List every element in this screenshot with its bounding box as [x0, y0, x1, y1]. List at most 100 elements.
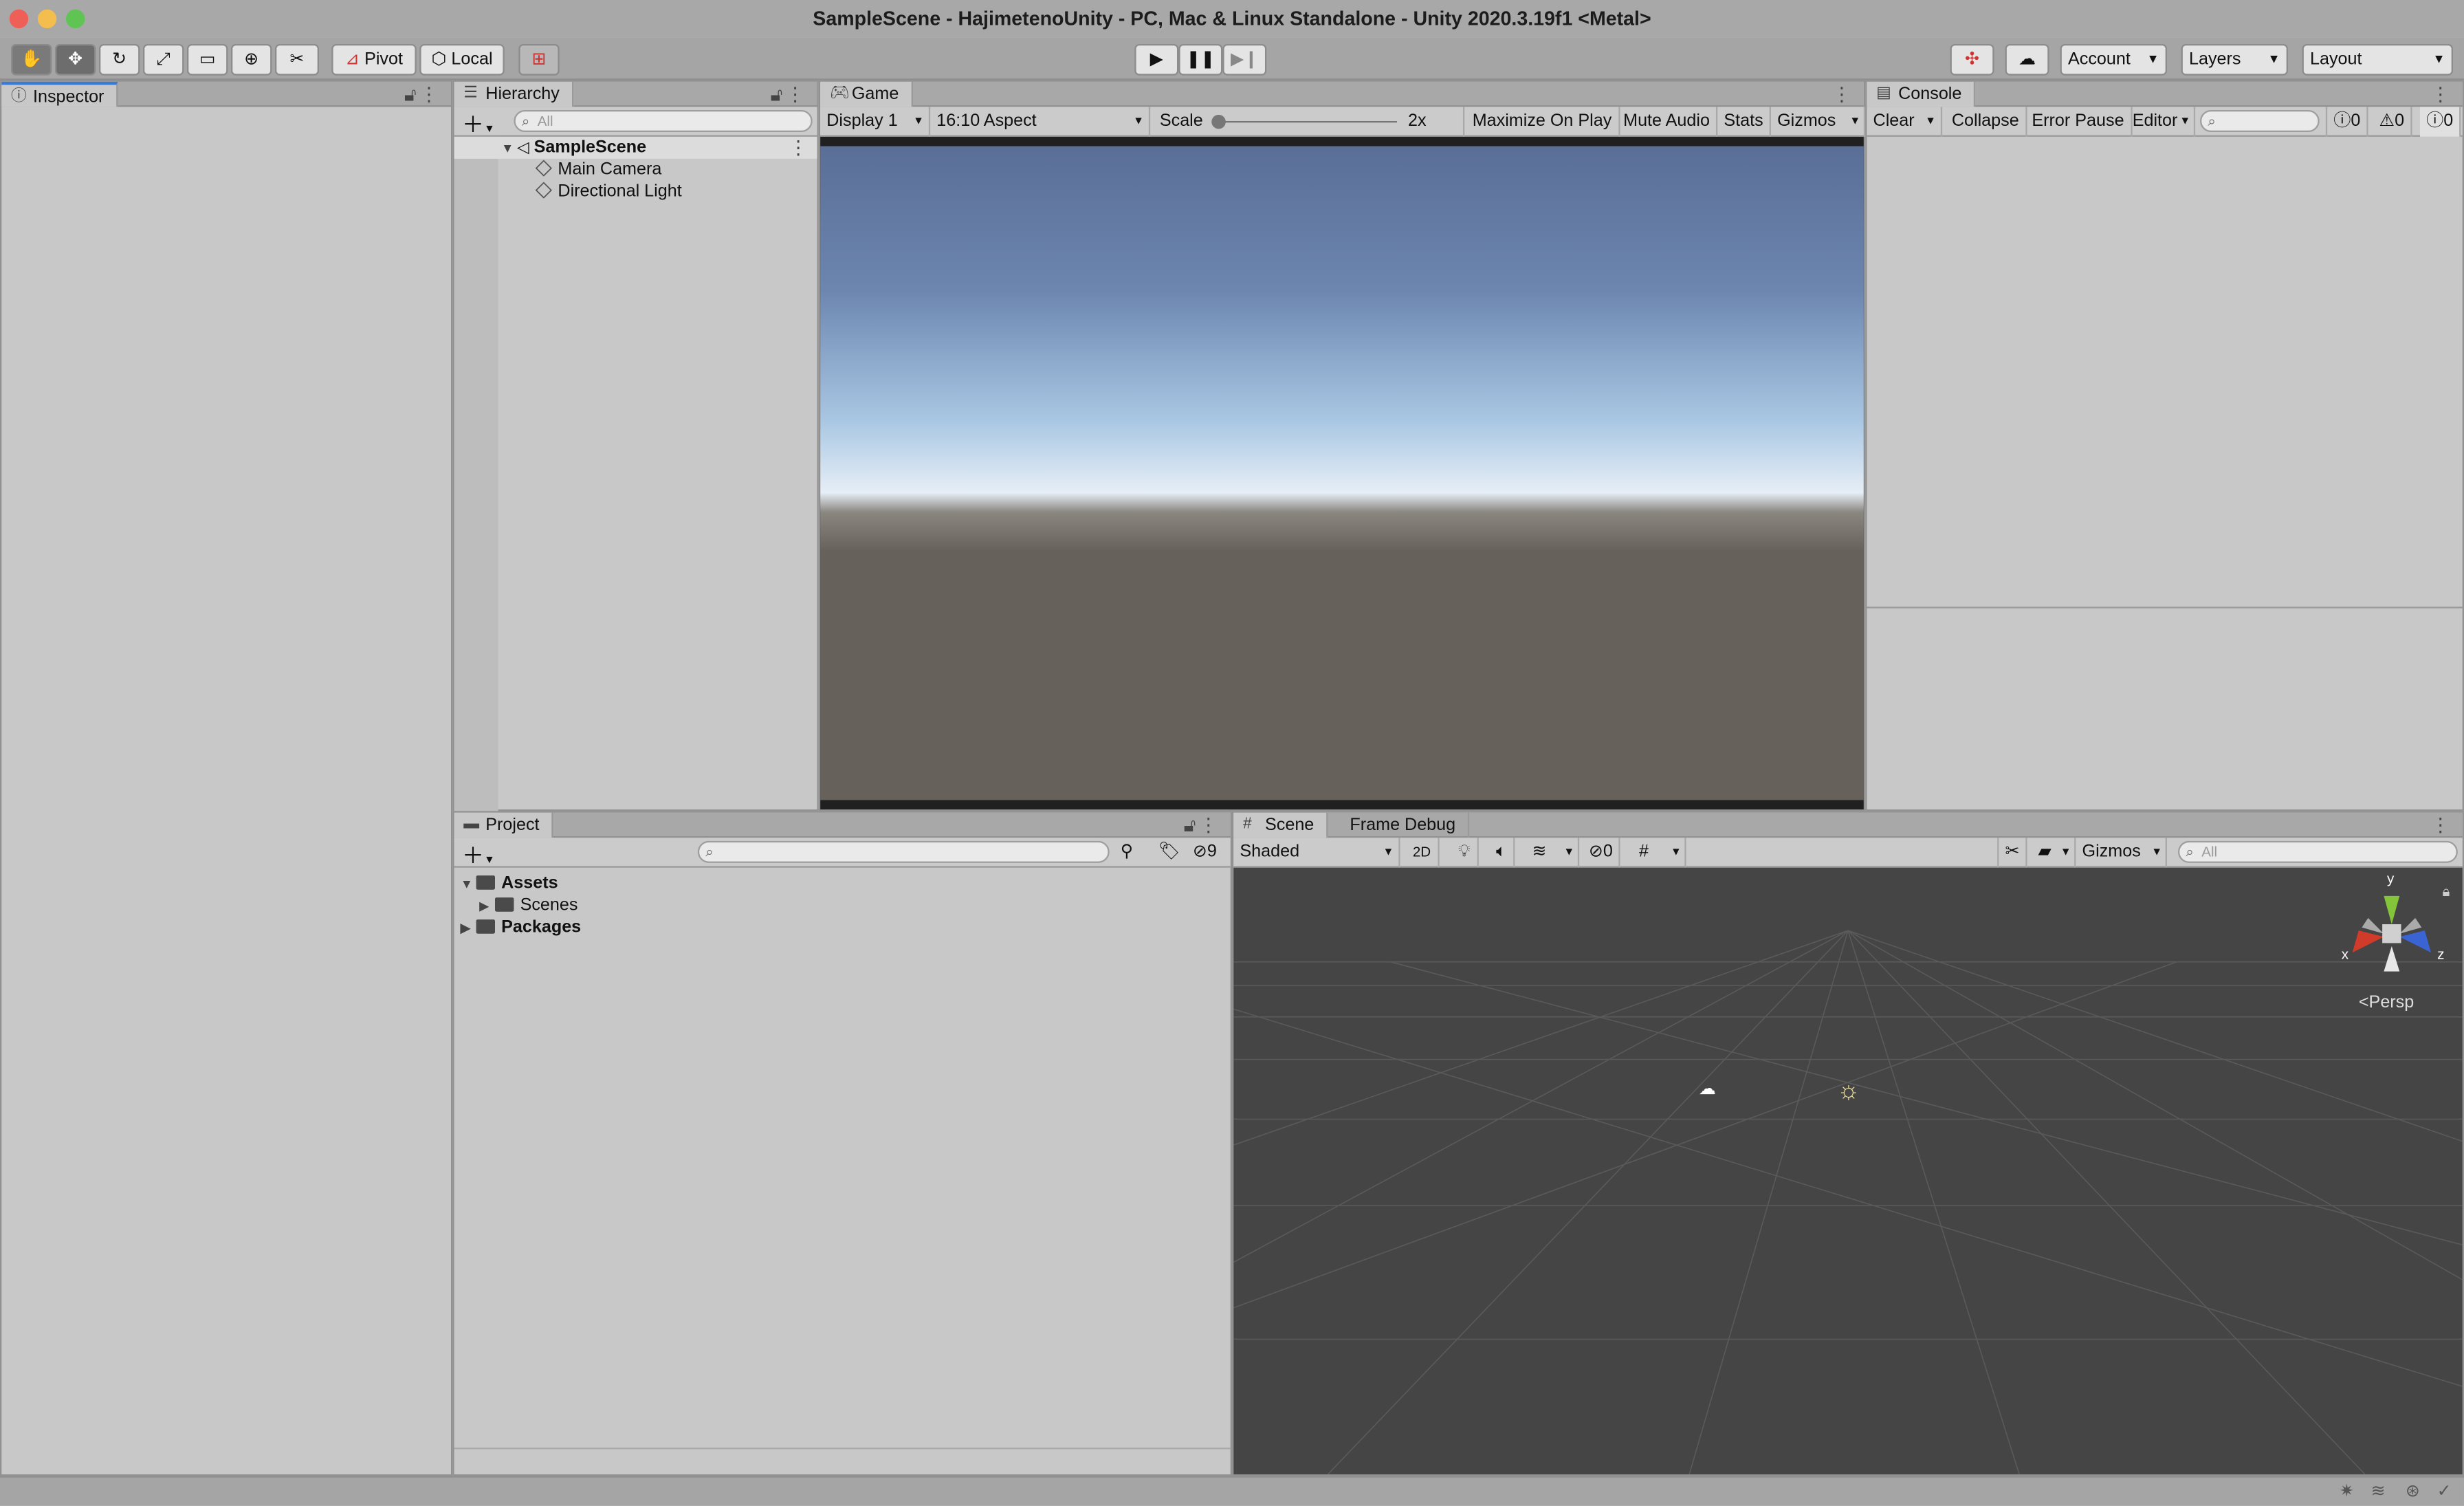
mute-audio-toggle[interactable]: Mute Audio	[1617, 107, 1718, 137]
tab-hierarchy[interactable]: ☰ Hierarchy	[454, 81, 574, 107]
game-viewport[interactable]	[820, 136, 1864, 810]
more-options-icon[interactable]: ⋮	[786, 85, 804, 103]
minimize-window-button[interactable]	[37, 9, 57, 29]
grid-options-dropdown[interactable]: # ▼	[1633, 838, 1686, 868]
scene-viewport[interactable]: ☁ ☼ 🔒︎ y x z <Persp	[1233, 867, 2463, 1474]
project-item-assets[interactable]: ▼ Assets	[461, 873, 558, 895]
scene-gizmos-dropdown[interactable]: Gizmos ▼	[2076, 838, 2167, 868]
close-window-button[interactable]	[9, 9, 29, 29]
projection-toggle[interactable]: <Persp	[2359, 994, 2414, 1012]
filter-by-type-icon[interactable]: ⚲	[1121, 841, 1133, 861]
lock-icon[interactable]: 🔓︎	[1184, 816, 1196, 834]
more-options-icon[interactable]: ⋮	[419, 85, 438, 103]
collab-button[interactable]: ✣	[1950, 43, 1994, 76]
scale-icon: ⤢	[156, 50, 170, 69]
console-search-input[interactable]: ⌕	[2199, 109, 2320, 132]
debug-icon[interactable]: ✷	[2340, 1481, 2354, 1500]
more-options-icon[interactable]: ⋮	[789, 138, 807, 157]
more-options-icon[interactable]: ⋮	[1832, 85, 1851, 103]
search-icon: ⌕	[2208, 113, 2216, 129]
more-options-icon[interactable]: ⋮	[2431, 816, 2450, 834]
lighting-toggle[interactable]: 💡︎	[1452, 838, 1479, 868]
custom-tool-button[interactable]: ✂	[274, 43, 319, 76]
rotate-tool-button[interactable]: ↻	[98, 43, 140, 76]
shading-mode-dropdown[interactable]: Shaded ▼	[1233, 838, 1400, 868]
gameobject-icon	[535, 182, 552, 199]
scene-search-input[interactable]: ⌕ All	[2177, 840, 2458, 863]
grid-snap-button[interactable]: ⊞	[518, 43, 560, 76]
light-gizmo-icon[interactable]: ☼	[1837, 1078, 1860, 1106]
project-item-packages[interactable]: ▶ Packages	[461, 917, 581, 939]
audio-toggle[interactable]: 🔈︎	[1490, 838, 1515, 868]
inspector-panel: ⓘ Inspector 🔓︎ ⋮	[0, 80, 453, 1476]
tab-scene[interactable]: # Scene	[1233, 812, 1328, 838]
auto-generate-lighting-icon[interactable]: ⊛	[2406, 1481, 2420, 1500]
hierarchy-scene-row[interactable]: ▼ ◁ SampleScene ⋮	[454, 136, 817, 159]
scene-orientation-gizmo[interactable]: y x z <Persp	[2337, 871, 2447, 1012]
step-button[interactable]: ▶❙	[1222, 43, 1267, 76]
error-pause-toggle[interactable]: Error Pause	[2025, 107, 2133, 137]
collapse-toggle[interactable]: Collapse	[1946, 107, 2027, 137]
scale-slider-track[interactable]	[1216, 120, 1397, 123]
effects-dropdown[interactable]: ≋ ▼	[1526, 838, 1580, 868]
add-object-button[interactable]: ＋▼	[462, 109, 495, 140]
warning-filter-toggle[interactable]: ⚠0	[2373, 107, 2412, 137]
scale-tool-button[interactable]: ⤢	[142, 43, 184, 76]
lock-icon[interactable]: 🔓︎	[404, 85, 417, 103]
more-options-icon[interactable]: ⋮	[1199, 816, 1218, 834]
more-options-icon[interactable]: ⋮	[2431, 85, 2450, 103]
aspect-dropdown[interactable]: 16:10 Aspect ▼	[930, 107, 1151, 137]
console-split-divider[interactable]	[1867, 607, 2463, 609]
pivot-toggle[interactable]: ⊿ Pivot	[331, 43, 417, 76]
tab-inspector[interactable]: ⓘ Inspector	[1, 81, 118, 107]
lock-icon[interactable]: 🔓︎	[770, 85, 782, 103]
hierarchy-search-input[interactable]: ⌕ All	[514, 109, 813, 132]
scene-panel: # Scene Frame Debug ⋮ Shaded ▼ 2D 💡︎ 🔈︎ ≋ ▼…	[1231, 811, 2464, 1476]
pause-button[interactable]: ❚❚	[1178, 43, 1223, 76]
layers-dropdown[interactable]: Layers ▼	[2181, 43, 2288, 76]
scene-visibility-toggle[interactable]: ⊘0	[1583, 838, 1621, 868]
move-tool-button[interactable]: ✥	[54, 43, 96, 76]
tab-frame-debug[interactable]: Frame Debug	[1337, 812, 1470, 838]
tab-console[interactable]: ▤ Console	[1867, 81, 1976, 107]
play-button[interactable]: ▶	[1134, 43, 1179, 76]
account-dropdown[interactable]: Account ▼	[2060, 43, 2167, 76]
camera-icon: ▰	[2038, 842, 2052, 862]
transform-tool-button[interactable]: ⊕	[230, 43, 272, 76]
layout-dropdown[interactable]: Layout ▼	[2302, 43, 2453, 76]
scene-tools-button[interactable]: ✂	[1997, 838, 2028, 868]
speaker-icon: 🔈︎	[1495, 842, 1507, 862]
filter-by-label-icon[interactable]: 🏷︎	[1158, 841, 1180, 861]
console-toolbar: Clear ▼ Collapse Error Pause Editor ▼ ⌕ ⓘ0…	[1867, 107, 2463, 137]
stats-toggle[interactable]: Stats	[1717, 107, 1772, 137]
scale-slider-handle[interactable]	[1211, 114, 1226, 129]
chevron-down-icon: ▼	[1133, 116, 1144, 128]
maximize-window-button[interactable]	[65, 9, 85, 29]
local-toggle[interactable]: ⬡ Local	[419, 43, 505, 76]
hierarchy-item-main-camera[interactable]: Main Camera	[535, 159, 661, 181]
layers-icon[interactable]: ≋	[2371, 1481, 2386, 1500]
toggle-2d-button[interactable]: 2D	[1407, 838, 1439, 868]
cloud-button[interactable]: ☁	[2005, 43, 2049, 76]
clear-button[interactable]: Clear ▼	[1867, 107, 1943, 137]
error-filter-toggle[interactable]: ⓘ0	[2419, 107, 2461, 137]
title-bar: SampleScene - HajimetenoUnity - PC, Mac …	[0, 0, 2464, 38]
project-item-scenes[interactable]: ▶ Scenes	[479, 895, 578, 917]
hidden-packages-toggle[interactable]: ⊘9	[1193, 841, 1217, 861]
camera-settings-dropdown[interactable]: ▰ ▼	[2032, 838, 2076, 868]
editor-dropdown[interactable]: Editor ▼	[2126, 107, 2196, 137]
project-search-input[interactable]: ⌕	[697, 840, 1110, 863]
camera-gizmo-icon[interactable]: ☁	[1699, 1078, 1716, 1098]
log-filter-toggle[interactable]: ⓘ0	[2325, 107, 2368, 137]
display-dropdown[interactable]: Display 1 ▼	[820, 107, 931, 137]
warning-count: 0	[2395, 111, 2405, 131]
hand-tool-button[interactable]: ✋	[10, 43, 52, 76]
rect-tool-button[interactable]: ▭	[186, 43, 228, 76]
hierarchy-item-directional-light[interactable]: Directional Light	[535, 181, 682, 203]
tab-project[interactable]: ▬ Project	[454, 812, 554, 838]
maximize-on-play-toggle[interactable]: Maximize On Play	[1466, 107, 1620, 137]
tab-game[interactable]: 🎮︎ Game	[820, 81, 913, 107]
create-asset-button[interactable]: ＋▼	[462, 840, 495, 871]
game-gizmos-dropdown[interactable]: Gizmos ▼	[1771, 107, 1866, 137]
progress-check-icon[interactable]: ✓	[2437, 1481, 2452, 1500]
